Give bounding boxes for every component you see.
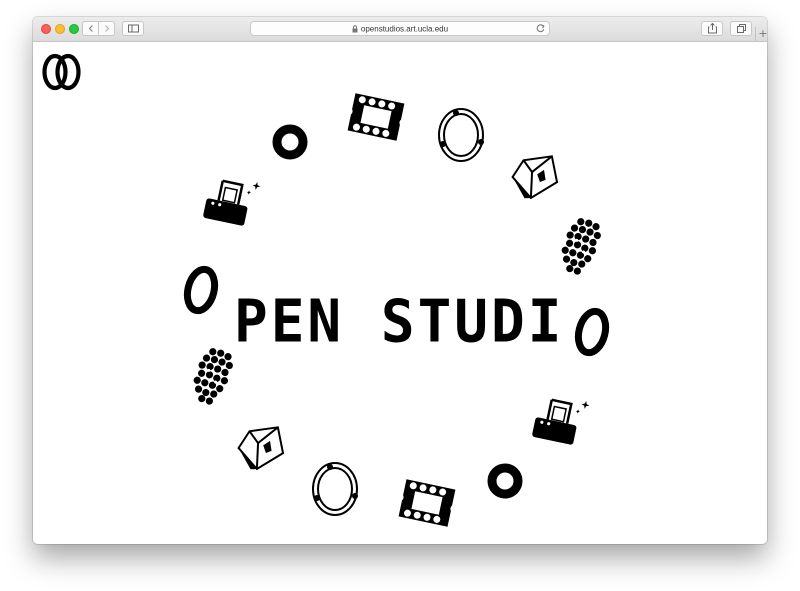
hand-cube-icon: [237, 426, 285, 471]
sidebar-toggle-button[interactable]: [122, 21, 144, 36]
zoom-window-button[interactable]: [69, 24, 79, 34]
chevron-right-icon: [105, 25, 110, 32]
page-headline: PEN STUDI: [234, 287, 565, 357]
address-bar[interactable]: openstudios.art.ucla.edu: [250, 21, 550, 36]
hand-cube-icon: [511, 155, 559, 200]
ring-letter-right-o: [574, 307, 610, 357]
dot-cluster-icon: [561, 218, 601, 275]
minimize-window-button[interactable]: [55, 24, 65, 34]
back-button[interactable]: [82, 21, 99, 36]
show-tabs-button[interactable]: [730, 21, 752, 36]
stamp-frame-icon: [344, 93, 408, 141]
orbit-ring-icon: [438, 108, 484, 162]
browser-toolbar: openstudios.art.ucla.edu +: [33, 17, 767, 42]
orbit-ring-icon: [312, 462, 358, 516]
donut-icon: [272, 124, 308, 160]
page-content: PEN STUDI: [33, 42, 767, 544]
tabs-icon: [737, 24, 746, 33]
sidebar-icon: [128, 24, 139, 33]
close-window-button[interactable]: [41, 24, 51, 34]
lock-icon: [352, 25, 358, 33]
url-text: openstudios.art.ucla.edu: [360, 24, 449, 34]
stamp-frame-icon: [395, 479, 459, 527]
pedestal-sparkle-icon: [203, 179, 261, 226]
reload-icon[interactable]: [535, 23, 546, 34]
dot-cluster-icon: [193, 348, 233, 405]
pedestal-sparkle-icon: [532, 398, 590, 445]
forward-button[interactable]: [98, 21, 115, 36]
share-button[interactable]: [701, 21, 723, 36]
chevron-left-icon: [88, 25, 93, 32]
donut-icon: [487, 463, 523, 499]
share-icon: [708, 22, 717, 34]
browser-window: openstudios.art.ucla.edu + PEN STUDI: [33, 17, 767, 544]
new-tab-button[interactable]: +: [755, 27, 767, 41]
ring-letter-left-o: [183, 265, 219, 315]
